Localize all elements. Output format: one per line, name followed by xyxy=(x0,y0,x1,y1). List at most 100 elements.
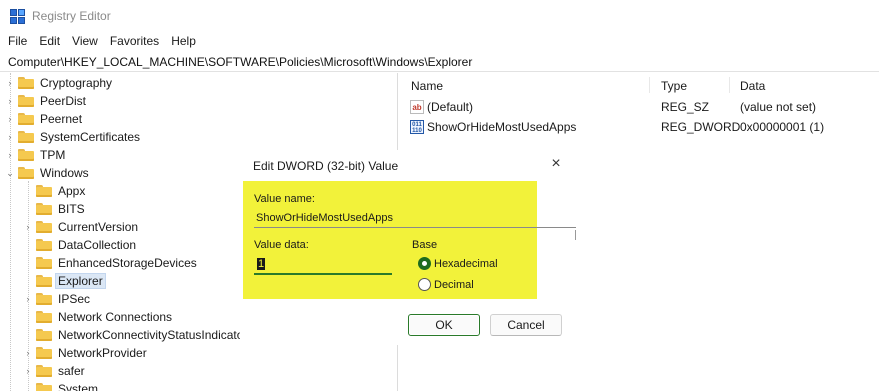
binary-value-icon: 011 110 xyxy=(410,120,424,134)
tree-item[interactable]: › safer xyxy=(22,362,87,380)
radio-checked-icon xyxy=(418,257,431,270)
tree-item[interactable]: ⌄ Windows xyxy=(4,164,91,182)
close-icon[interactable]: × xyxy=(546,154,566,174)
folder-icon xyxy=(36,185,52,197)
column-separator[interactable] xyxy=(649,77,650,93)
menu-edit[interactable]: Edit xyxy=(31,32,64,50)
tree-item-label: SystemCertificates xyxy=(40,130,141,144)
folder-icon xyxy=(36,365,52,377)
value-type: REG_DWORD xyxy=(661,120,741,134)
folder-icon xyxy=(18,95,34,107)
tree-item-label: BITS xyxy=(58,202,85,216)
folder-icon xyxy=(36,347,52,359)
column-separator[interactable] xyxy=(729,77,730,93)
folder-icon xyxy=(36,329,52,341)
tree-item-label: DataCollection xyxy=(58,238,137,252)
folder-icon xyxy=(36,383,52,391)
string-value-icon: ab xyxy=(410,100,424,114)
folder-icon xyxy=(36,221,52,233)
value-name: (Default) xyxy=(427,100,474,114)
tree-item[interactable]: › TPM xyxy=(4,146,67,164)
tree-item[interactable]: › Cryptography xyxy=(4,74,114,92)
folder-icon xyxy=(18,149,34,161)
divider xyxy=(575,230,576,240)
tree-item[interactable]: NetworkConnectivityStatusIndicator xyxy=(22,326,249,344)
tree-item[interactable]: Explorer xyxy=(22,272,106,290)
tree-item[interactable]: DataCollection xyxy=(22,236,138,254)
tree-item-label: NetworkProvider xyxy=(58,346,147,360)
radio-unchecked-icon xyxy=(418,278,431,291)
folder-icon xyxy=(36,257,52,269)
folder-icon xyxy=(18,77,34,89)
decimal-label: Decimal xyxy=(434,278,474,291)
tree-item[interactable]: › CurrentVersion xyxy=(22,218,140,236)
folder-icon xyxy=(36,239,52,251)
cancel-button[interactable]: Cancel xyxy=(490,314,562,336)
tree-item-label: Cryptography xyxy=(40,76,113,90)
decimal-radio[interactable]: Decimal xyxy=(418,278,474,291)
tree-guide-line xyxy=(10,73,11,391)
window-title: Registry Editor xyxy=(32,9,111,23)
address-bar[interactable]: Computer\HKEY_LOCAL_MACHINE\SOFTWARE\Pol… xyxy=(0,53,879,72)
column-type-header[interactable]: Type xyxy=(661,79,687,93)
menu-file[interactable]: File xyxy=(0,32,31,50)
value-row-default[interactable]: ab (Default) REG_SZ (value not set) xyxy=(399,98,879,116)
value-name-label: Value name: xyxy=(254,193,315,205)
value-data: (value not set) xyxy=(740,100,817,114)
tree-item[interactable]: › SystemCertificates xyxy=(4,128,142,146)
folder-icon xyxy=(36,311,52,323)
column-name-header[interactable]: Name xyxy=(411,79,443,93)
menu-help[interactable]: Help xyxy=(163,32,200,50)
tree-item[interactable]: › IPSec xyxy=(22,290,92,308)
value-row-showorhide[interactable]: 011 110 ShowOrHideMostUsedApps REG_DWORD … xyxy=(399,118,879,136)
value-name-text: ShowOrHideMostUsedApps xyxy=(256,212,393,224)
column-data-header[interactable]: Data xyxy=(740,79,765,93)
tree-item-label: Peernet xyxy=(40,112,83,126)
folder-icon xyxy=(36,275,52,287)
tree-guide-line xyxy=(28,181,29,391)
tree-item-label: Windows xyxy=(40,166,89,180)
tree-item[interactable]: › Peernet xyxy=(4,110,84,128)
menu-favorites[interactable]: Favorites xyxy=(102,32,163,50)
tree-item-label: TPM xyxy=(40,148,66,162)
tree-item-label: EnhancedStorageDevices xyxy=(58,256,197,270)
menu-view[interactable]: View xyxy=(64,32,102,50)
value-data-label: Value data: xyxy=(254,239,309,251)
tree-item[interactable]: System xyxy=(22,380,100,391)
title-bar: Registry Editor xyxy=(0,0,879,32)
folder-icon xyxy=(36,293,52,305)
tree-item-label: Explorer xyxy=(55,273,106,289)
folder-icon xyxy=(18,167,34,179)
tree-item[interactable]: EnhancedStorageDevices xyxy=(22,254,199,272)
dialog-title: Edit DWORD (32-bit) Value xyxy=(253,159,399,173)
folder-icon xyxy=(18,113,34,125)
value-type: REG_SZ xyxy=(661,100,710,114)
base-label: Base xyxy=(412,239,438,251)
ok-button[interactable]: OK xyxy=(408,314,480,336)
hexadecimal-radio[interactable]: Hexadecimal xyxy=(418,257,498,270)
tree-item[interactable]: BITS xyxy=(22,200,87,218)
tree-item-label: IPSec xyxy=(58,292,91,306)
value-data-text: 1 xyxy=(257,258,266,270)
tree-item-label: CurrentVersion xyxy=(58,220,139,234)
tree-item[interactable]: › PeerDist xyxy=(4,92,88,110)
tree-item-label: NetworkConnectivityStatusIndicator xyxy=(58,328,248,342)
tree-item[interactable]: › NetworkProvider xyxy=(22,344,149,362)
edit-dword-dialog: Edit DWORD (32-bit) Value × Value name: … xyxy=(240,150,590,345)
folder-icon xyxy=(36,203,52,215)
tree-item-label: PeerDist xyxy=(40,94,87,108)
value-data-field[interactable]: 1 xyxy=(254,255,392,275)
menu-bar: File Edit View Favorites Help xyxy=(0,32,200,50)
value-name: ShowOrHideMostUsedApps xyxy=(427,120,577,134)
tree-item[interactable]: Network Connections xyxy=(22,308,174,326)
value-data: 0x00000001 (1) xyxy=(740,120,825,134)
tree-item-label: Appx xyxy=(58,184,86,198)
tree-item-label: Network Connections xyxy=(58,310,173,324)
folder-icon xyxy=(18,131,34,143)
tree-item[interactable]: Appx xyxy=(22,182,87,200)
registry-editor-icon xyxy=(10,9,25,24)
tree-item-label: safer xyxy=(58,364,85,378)
tree-item-label: System xyxy=(58,382,99,391)
hexadecimal-label: Hexadecimal xyxy=(434,257,498,270)
value-name-field[interactable]: ShowOrHideMostUsedApps xyxy=(254,208,576,228)
